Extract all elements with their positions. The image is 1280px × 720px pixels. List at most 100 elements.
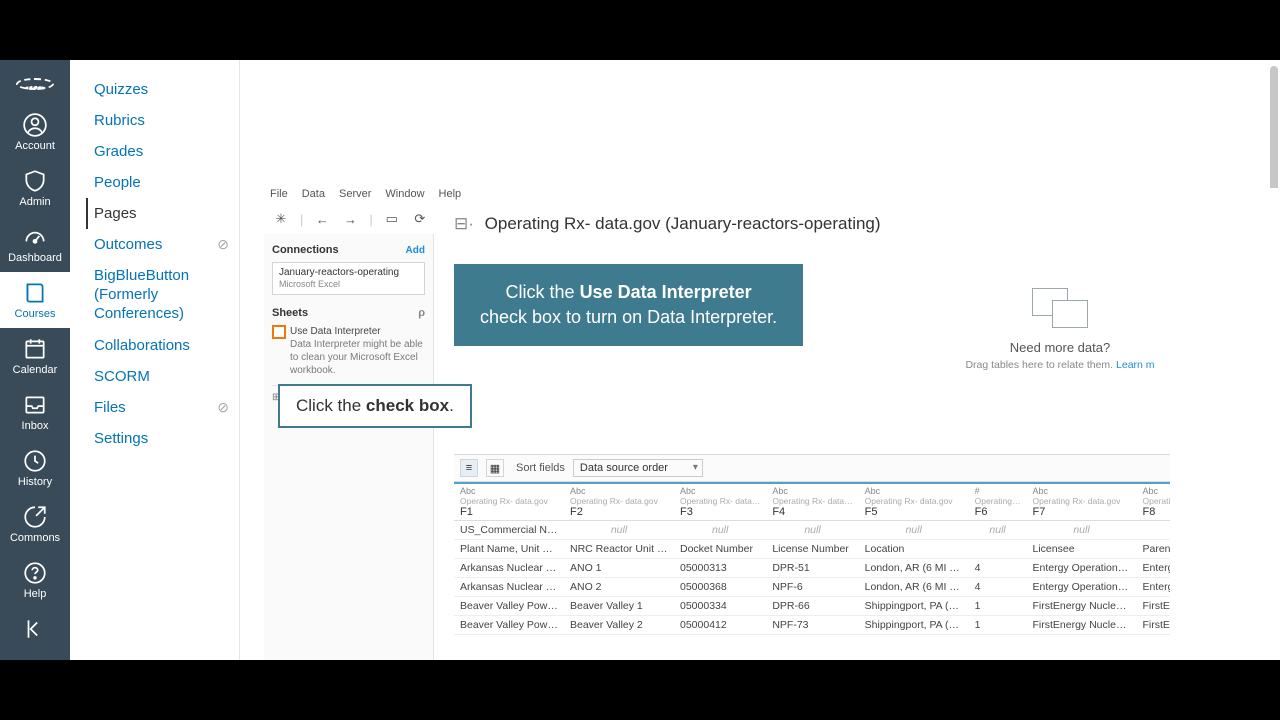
shield-icon	[22, 168, 48, 194]
column-header[interactable]: AbcOperating Rx- data.govF7	[1027, 484, 1137, 521]
menu-server[interactable]: Server	[339, 188, 371, 206]
metadata-view-icon[interactable]: ▦	[486, 459, 504, 477]
menu-file[interactable]: File	[270, 188, 288, 206]
save-icon[interactable]: ▭	[383, 210, 401, 228]
table-cell: null	[766, 521, 858, 540]
page-content: File Data Server Window Help ✳ | ← → | ▭…	[240, 60, 1280, 660]
table-cell: London, AR (6 MI WN…	[859, 578, 969, 597]
cnav-scorm[interactable]: SCORM	[94, 361, 229, 392]
need-more-data: Need more data? Drag tables here to rela…	[950, 288, 1170, 371]
table-cell: Parent C…	[1137, 540, 1171, 559]
canvas-logo	[16, 78, 54, 90]
table-cell: FirstEnergy Nuclear O…	[1027, 616, 1137, 635]
column-header[interactable]: AbcOperating Rx- data…F4	[766, 484, 858, 521]
cnav-people[interactable]: People	[94, 167, 229, 198]
table-cell	[1137, 521, 1171, 540]
table-cell: ANO 1	[564, 559, 674, 578]
column-header[interactable]: AbcOperating Rx- data.govF1	[454, 484, 564, 521]
nav-courses[interactable]: Courses	[0, 272, 70, 328]
nav-account-label: Account	[15, 140, 55, 152]
book-icon	[22, 280, 48, 306]
table-cell: Shippingport, PA (17 …	[859, 597, 969, 616]
cnav-files[interactable]: Files	[94, 392, 126, 423]
relation-icon[interactable]: ⊟·	[454, 214, 474, 233]
forward-icon[interactable]: →	[341, 210, 359, 228]
need-more-title: Need more data?	[950, 340, 1170, 355]
nav-calendar[interactable]: Calendar	[0, 328, 70, 384]
grid-view-icon[interactable]: ≡	[460, 459, 478, 477]
cnav-settings[interactable]: Settings	[94, 423, 229, 454]
connection-item[interactable]: January-reactors-operating Microsoft Exc…	[272, 262, 425, 295]
back-icon[interactable]: ←	[313, 210, 331, 228]
table-row[interactable]: Beaver Valley Power …Beaver Valley 10500…	[454, 597, 1170, 616]
nav-admin[interactable]: Admin	[0, 160, 70, 216]
table-cell: Arkansas Nuclear One…	[454, 578, 564, 597]
column-header[interactable]: #Operating…F6	[969, 484, 1027, 521]
refresh-icon[interactable]: ⟳	[411, 210, 429, 228]
column-header[interactable]: AbcOperating…F8	[1137, 484, 1171, 521]
table-cell: null	[564, 521, 674, 540]
use-data-interpreter-checkbox[interactable]	[272, 325, 286, 339]
column-header[interactable]: AbcOperating Rx- data…F3	[674, 484, 766, 521]
nav-inbox[interactable]: Inbox	[0, 384, 70, 440]
table-cell: Plant Name, Unit Nu…	[454, 540, 564, 559]
table-cell: 4	[969, 559, 1027, 578]
table-row[interactable]: Plant Name, Unit Nu…NRC Reactor Unit We……	[454, 540, 1170, 559]
table-cell: Arkansas Nuclear One…	[454, 559, 564, 578]
use-data-interpreter-label: Use Data Interpreter	[290, 326, 381, 337]
cnav-outcomes[interactable]: Outcomes	[94, 229, 162, 260]
table-cell: FirstEner…	[1137, 616, 1171, 635]
table-cell: Entergy …	[1137, 578, 1171, 597]
sort-fields-dropdown[interactable]: Data source order	[573, 459, 703, 477]
table-cell: null	[674, 521, 766, 540]
nav-help-label: Help	[24, 588, 47, 600]
tableau-canvas: ⊟· Operating Rx- data.gov (January-react…	[454, 188, 1280, 660]
course-nav: Quizzes Rubrics Grades People Pages Outc…	[70, 60, 240, 660]
cnav-rubrics[interactable]: Rubrics	[94, 105, 229, 136]
nav-courses-label: Courses	[15, 308, 56, 320]
sheets-title: Sheets	[272, 307, 308, 319]
menu-window[interactable]: Window	[385, 188, 424, 206]
sheets-search-icon[interactable]: ρ	[418, 307, 425, 319]
nav-account[interactable]: Account	[0, 104, 70, 160]
table-row[interactable]: Beaver Valley Power …Beaver Valley 20500…	[454, 616, 1170, 635]
column-header[interactable]: AbcOperating Rx- data.govF5	[859, 484, 969, 521]
table-cell: Entergy …	[1137, 559, 1171, 578]
cnav-grades[interactable]: Grades	[94, 136, 229, 167]
table-cell: 4	[969, 578, 1027, 597]
table-row[interactable]: US_Commercial Nucle…nullnullnullnullnull…	[454, 521, 1170, 540]
table-cell: Entergy Operations, I…	[1027, 578, 1137, 597]
nav-inbox-label: Inbox	[22, 420, 49, 432]
table-row[interactable]: Arkansas Nuclear One…ANO 205000368NPF-6L…	[454, 578, 1170, 597]
user-circle-icon	[22, 112, 48, 138]
learn-more-link[interactable]: Learn m	[1116, 359, 1155, 371]
cnav-quizzes[interactable]: Quizzes	[94, 74, 229, 105]
nav-commons[interactable]: Commons	[0, 496, 70, 552]
table-cell: Shippingport, PA (17 …	[859, 616, 969, 635]
nav-collapse[interactable]	[0, 608, 70, 652]
connections-add-link[interactable]: Add	[406, 245, 425, 256]
tableau-logo-icon[interactable]: ✳	[272, 210, 290, 228]
inbox-icon	[22, 392, 48, 418]
nav-dashboard[interactable]: Dashboard	[0, 216, 70, 272]
column-header[interactable]: AbcOperating Rx- data.govF2	[564, 484, 674, 521]
table-row[interactable]: Arkansas Nuclear One…ANO 105000313DPR-51…	[454, 559, 1170, 578]
table-cell: Beaver Valley Power …	[454, 616, 564, 635]
table-cell: null	[969, 521, 1027, 540]
nav-help[interactable]: Help	[0, 552, 70, 608]
tableau-left-panel: Connections Add January-reactors-operati…	[264, 234, 434, 660]
instruction-callout-small: Click the check box.	[278, 384, 472, 428]
menu-data[interactable]: Data	[302, 188, 325, 206]
table-cell: US_Commercial Nucle…	[454, 521, 564, 540]
table-cell: DPR-51	[766, 559, 858, 578]
nav-history[interactable]: History	[0, 440, 70, 496]
table-cell: null	[1027, 521, 1137, 540]
table-cell: 05000412	[674, 616, 766, 635]
cnav-pages[interactable]: Pages	[86, 198, 229, 229]
cnav-bbb[interactable]: BigBlueButton (Formerly Conferences)	[94, 260, 229, 330]
nav-commons-label: Commons	[10, 532, 60, 544]
cnav-collab[interactable]: Collaborations	[94, 330, 229, 361]
table-cell: Docket Number	[674, 540, 766, 559]
connection-name: January-reactors-operating	[279, 267, 418, 279]
grid-toolbar: ≡ ▦ Sort fields Data source order	[454, 454, 1170, 482]
